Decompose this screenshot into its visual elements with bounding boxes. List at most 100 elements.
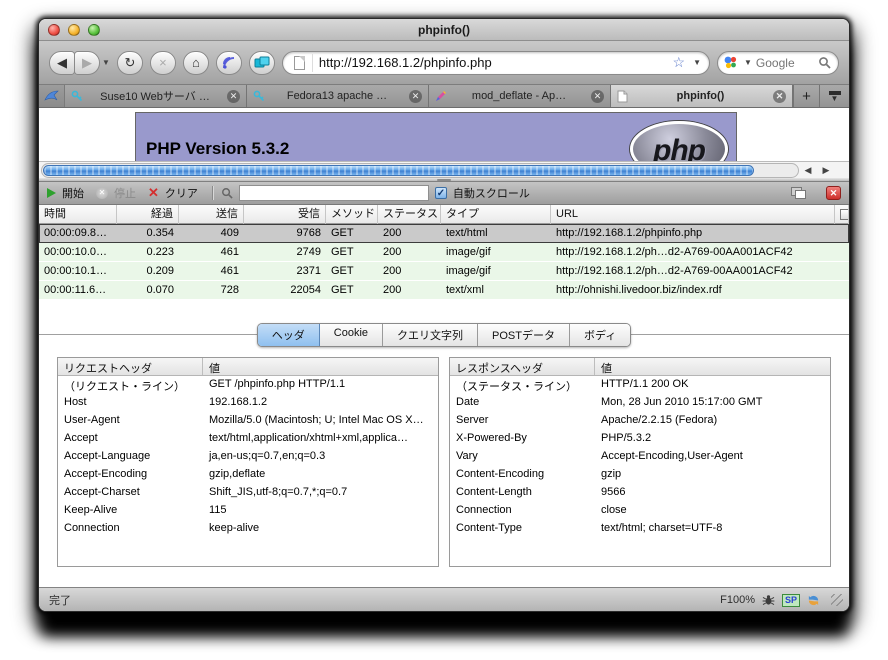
detail-tab-bar: ヘッダCookieクエリ文字列POSTデータボディ — [257, 323, 631, 347]
new-tab-button[interactable]: + — [793, 85, 819, 107]
detail-tab-2[interactable]: Cookie — [320, 324, 383, 346]
sync-arrows-icon[interactable] — [807, 594, 820, 607]
header-entry[interactable]: Accept-CharsetShift_JIS,utf-8;q=0.7,*;q=… — [58, 484, 438, 502]
header-entry[interactable]: Content-Encodinggzip — [450, 466, 830, 484]
column-header-type[interactable]: タイプ — [441, 205, 551, 224]
panel-splitter[interactable] — [39, 178, 849, 182]
bug-icon[interactable] — [762, 594, 775, 606]
header-entry[interactable]: Content-Length9566 — [450, 484, 830, 502]
stop-capture-button[interactable]: 停止 — [114, 185, 136, 201]
column-header-elapsed[interactable]: 経過 — [117, 205, 179, 224]
tab-close-icon[interactable]: ✕ — [773, 90, 786, 103]
history-dropdown-icon[interactable]: ▼ — [102, 58, 110, 67]
resize-grip[interactable] — [831, 594, 843, 606]
detail-tab-1[interactable]: ヘッダ — [258, 324, 320, 346]
web-page-viewport: PHP Version 5.3.2 php — [39, 108, 849, 161]
request-row-3[interactable]: 00:00:10.1…0.2094612371GET200image/gifht… — [39, 262, 849, 281]
column-header-url[interactable]: URL — [551, 205, 835, 224]
header-entry[interactable]: DateMon, 28 Jun 2010 15:17:00 GMT — [450, 394, 830, 412]
scrollbar-thumb[interactable] — [43, 165, 754, 176]
header-entry[interactable]: Keep-Alive115 — [58, 502, 438, 520]
header-entry[interactable]: （リクエスト・ライン）GET /phpinfo.php HTTP/1.1 — [58, 376, 438, 394]
favicon-chip[interactable] — [287, 54, 313, 72]
header-entry[interactable]: X-Powered-ByPHP/5.3.2 — [450, 430, 830, 448]
rss-feed-button[interactable] — [216, 51, 242, 75]
header-entry[interactable]: Content-Typetext/html; charset=UTF-8 — [450, 520, 830, 538]
scroll-right-arrow[interactable]: ▶ — [823, 165, 830, 176]
header-entry[interactable]: Connectionclose — [450, 502, 830, 520]
header-name: Keep-Alive — [58, 502, 203, 520]
key-icon — [253, 90, 265, 102]
browser-tab-3[interactable]: mod_deflate - Ap…✕ — [429, 85, 611, 107]
autoscroll-label[interactable]: 自動スクロール — [453, 185, 530, 201]
window-title: phpinfo() — [39, 23, 849, 37]
cell-url: http://192.168.1.2/ph…d2-A769-00AA001ACF… — [551, 262, 835, 281]
key-icon — [71, 90, 83, 102]
request-row-2[interactable]: 00:00:10.0…0.2234612749GET200image/gifht… — [39, 243, 849, 262]
forward-button[interactable]: ▶ — [74, 51, 100, 75]
header-name-column[interactable]: リクエストヘッダ — [58, 358, 203, 375]
tab-close-icon[interactable]: ✕ — [227, 90, 240, 103]
request-row-4[interactable]: 00:00:11.6…0.07072822054GET200text/xmlht… — [39, 281, 849, 300]
header-name-column[interactable]: レスポンスヘッダ — [450, 358, 595, 375]
reload-button[interactable]: ↻ — [117, 51, 143, 75]
column-header-status[interactable]: ステータス — [378, 205, 441, 224]
detail-tab-5[interactable]: ボディ — [570, 324, 630, 346]
horizontal-scrollbar[interactable]: ◀ ▶ — [39, 161, 849, 178]
header-entry[interactable]: VaryAccept-Encoding,User-Agent — [450, 448, 830, 466]
zoom-level-indicator[interactable]: F100% — [720, 594, 755, 606]
header-entry[interactable]: Connectionkeep-alive — [58, 520, 438, 538]
stop-button[interactable]: × — [150, 51, 176, 75]
detail-panel: ヘッダCookieクエリ文字列POSTデータボディ リクエストヘッダ値（リクエス… — [39, 334, 849, 587]
splitter-grip[interactable] — [437, 179, 451, 181]
browser-tab-4[interactable]: phpinfo()✕ — [611, 85, 793, 107]
list-all-tabs-button[interactable]: ▼ — [819, 85, 849, 107]
request-row-1[interactable]: 00:00:09.8…0.3544099768GET200text/htmlht… — [39, 224, 849, 243]
search-engine-dropdown-icon[interactable]: ▼ — [744, 58, 752, 67]
scrollbar-track[interactable] — [41, 163, 799, 178]
detach-panel-button[interactable] — [791, 187, 806, 199]
header-entry[interactable]: Host192.168.1.2 — [58, 394, 438, 412]
titlebar[interactable]: phpinfo() — [39, 19, 849, 41]
cell-method: GET — [326, 224, 378, 243]
bookmark-star-icon[interactable]: ☆ — [673, 54, 686, 71]
search-input[interactable] — [756, 56, 814, 70]
header-entry[interactable]: （ステータス・ライン）HTTP/1.1 200 OK — [450, 376, 830, 394]
tab-close-icon[interactable]: ✕ — [591, 90, 604, 103]
browser-tab-2[interactable]: Fedora13 apache …✕ — [247, 85, 429, 107]
column-header-time[interactable]: 時間 — [39, 205, 117, 224]
sidebar-toggle-button[interactable] — [39, 85, 65, 107]
header-entry[interactable]: User-AgentMozilla/5.0 (Macintosh; U; Int… — [58, 412, 438, 430]
google-logo-icon[interactable] — [723, 55, 738, 70]
detail-tab-3[interactable]: クエリ文字列 — [383, 324, 478, 346]
url-input[interactable] — [319, 55, 667, 70]
magnifier-icon[interactable] — [818, 56, 831, 69]
column-header-method[interactable]: メソッド — [326, 205, 378, 224]
filter-input[interactable] — [239, 185, 429, 201]
tab-close-icon[interactable]: ✕ — [409, 90, 422, 103]
sp-extension-badge[interactable]: SP — [782, 594, 800, 607]
header-entry[interactable]: Accept-Encodinggzip,deflate — [58, 466, 438, 484]
header-entry[interactable]: Accept-Languageja,en-us;q=0.7,en;q=0.3 — [58, 448, 438, 466]
scroll-left-arrow[interactable]: ◀ — [805, 165, 812, 176]
autoscroll-checkbox[interactable]: ✓ — [435, 187, 447, 199]
header-value-column[interactable]: 値 — [595, 358, 830, 375]
search-bar[interactable]: ▼ — [717, 51, 839, 75]
back-button[interactable]: ◀ — [49, 51, 75, 75]
status-bar: 完了 F100% SP — [39, 587, 849, 612]
close-panel-button[interactable]: ✕ — [826, 186, 841, 200]
extension-cubes-button[interactable] — [249, 51, 275, 75]
home-button[interactable]: ⌂ — [183, 51, 209, 75]
column-picker-button[interactable] — [835, 205, 849, 224]
column-header-sent[interactable]: 送信 — [179, 205, 244, 224]
clear-button[interactable]: クリア — [165, 185, 198, 201]
header-value-column[interactable]: 値 — [203, 358, 438, 375]
header-entry[interactable]: Accepttext/html,application/xhtml+xml,ap… — [58, 430, 438, 448]
header-entry[interactable]: ServerApache/2.2.15 (Fedora) — [450, 412, 830, 430]
start-button[interactable]: 開始 — [62, 185, 84, 201]
browser-tab-1[interactable]: Suse10 Webサーバ …✕ — [65, 85, 247, 107]
detail-tab-4[interactable]: POSTデータ — [478, 324, 570, 346]
url-dropdown-icon[interactable]: ▼ — [693, 58, 701, 67]
url-bar[interactable]: ☆ ▼ — [282, 51, 710, 75]
column-header-received[interactable]: 受信 — [244, 205, 326, 224]
